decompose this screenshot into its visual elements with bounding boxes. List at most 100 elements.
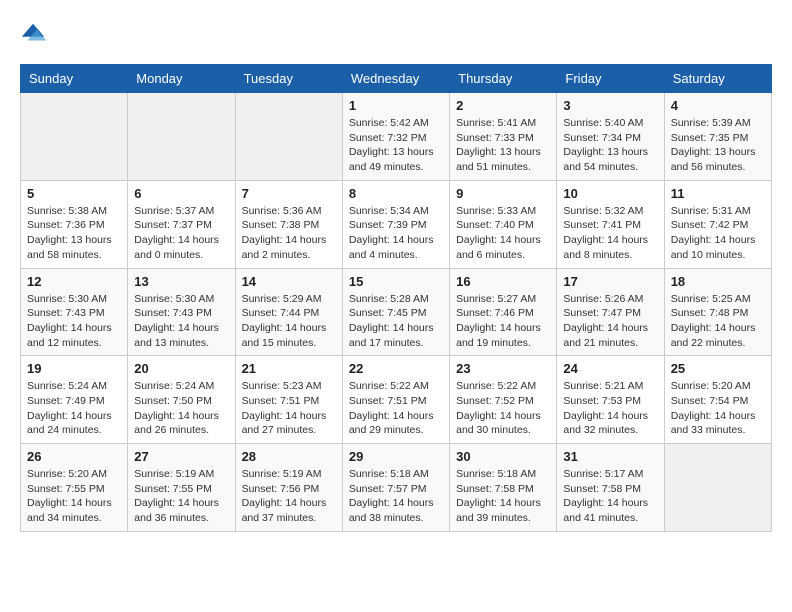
- day-number: 15: [349, 274, 443, 289]
- calendar-week-row: 5 Sunrise: 5:38 AMSunset: 7:36 PMDaylight…: [21, 180, 772, 268]
- calendar-cell: 26 Sunrise: 5:20 AMSunset: 7:55 PMDayligh…: [21, 444, 128, 532]
- calendar-cell: 23 Sunrise: 5:22 AMSunset: 7:52 PMDayligh…: [450, 356, 557, 444]
- day-number: 3: [563, 98, 657, 113]
- day-number: 14: [242, 274, 336, 289]
- calendar-cell: 4 Sunrise: 5:39 AMSunset: 7:35 PMDaylight…: [664, 93, 771, 181]
- calendar-cell: 20Sunrise: 5:24 AMSunset: 7:50 PMDayligh…: [128, 356, 235, 444]
- calendar-cell: 16Sunrise: 5:27 AMSunset: 7:46 PMDayligh…: [450, 268, 557, 356]
- day-number: 17: [563, 274, 657, 289]
- calendar-cell: 25 Sunrise: 5:20 AMSunset: 7:54 PMDayligh…: [664, 356, 771, 444]
- day-info: Sunrise: 5:41 AMSunset: 7:33 PMDaylight:…: [456, 116, 550, 175]
- day-number: 10: [563, 186, 657, 201]
- weekday-header: Sunday: [21, 65, 128, 93]
- day-number: 1: [349, 98, 443, 113]
- calendar-cell: 7 Sunrise: 5:36 AMSunset: 7:38 PMDaylight…: [235, 180, 342, 268]
- day-info: Sunrise: 5:31 AMSunset: 7:42 PMDaylight:…: [671, 204, 765, 263]
- calendar-cell: 6 Sunrise: 5:37 AMSunset: 7:37 PMDaylight…: [128, 180, 235, 268]
- day-info: Sunrise: 5:38 AMSunset: 7:36 PMDaylight:…: [27, 204, 121, 263]
- day-info: Sunrise: 5:37 AMSunset: 7:37 PMDaylight:…: [134, 204, 228, 263]
- calendar-cell: 22Sunrise: 5:22 AMSunset: 7:51 PMDayligh…: [342, 356, 449, 444]
- day-info: Sunrise: 5:23 AMSunset: 7:51 PMDaylight:…: [242, 379, 336, 438]
- day-number: 9: [456, 186, 550, 201]
- day-info: Sunrise: 5:17 AMSunset: 7:58 PMDaylight:…: [563, 467, 657, 526]
- calendar-week-row: 19Sunrise: 5:24 AMSunset: 7:49 PMDayligh…: [21, 356, 772, 444]
- calendar-cell: 19Sunrise: 5:24 AMSunset: 7:49 PMDayligh…: [21, 356, 128, 444]
- calendar-cell: 31Sunrise: 5:17 AMSunset: 7:58 PMDayligh…: [557, 444, 664, 532]
- day-number: 12: [27, 274, 121, 289]
- weekday-header-row: SundayMondayTuesdayWednesdayThursdayFrid…: [21, 65, 772, 93]
- day-number: 2: [456, 98, 550, 113]
- calendar-week-row: 12 Sunrise: 5:30 AMSunset: 7:43 PMDayligh…: [21, 268, 772, 356]
- day-number: 23: [456, 361, 550, 376]
- calendar-cell: [21, 93, 128, 181]
- day-info: Sunrise: 5:25 AMSunset: 7:48 PMDaylight:…: [671, 292, 765, 351]
- day-number: 24: [563, 361, 657, 376]
- calendar-week-row: 26 Sunrise: 5:20 AMSunset: 7:55 PMDayligh…: [21, 444, 772, 532]
- day-info: Sunrise: 5:22 AMSunset: 7:52 PMDaylight:…: [456, 379, 550, 438]
- logo-icon: [20, 20, 48, 48]
- calendar-cell: 12 Sunrise: 5:30 AMSunset: 7:43 PMDayligh…: [21, 268, 128, 356]
- calendar-cell: [664, 444, 771, 532]
- calendar-cell: 2 Sunrise: 5:41 AMSunset: 7:33 PMDaylight…: [450, 93, 557, 181]
- calendar-cell: 18 Sunrise: 5:25 AMSunset: 7:48 PMDayligh…: [664, 268, 771, 356]
- day-info: Sunrise: 5:34 AMSunset: 7:39 PMDaylight:…: [349, 204, 443, 263]
- calendar-cell: 17Sunrise: 5:26 AMSunset: 7:47 PMDayligh…: [557, 268, 664, 356]
- day-info: Sunrise: 5:20 AMSunset: 7:54 PMDaylight:…: [671, 379, 765, 438]
- calendar-cell: 29Sunrise: 5:18 AMSunset: 7:57 PMDayligh…: [342, 444, 449, 532]
- day-number: 11: [671, 186, 765, 201]
- calendar-cell: 9Sunrise: 5:33 AMSunset: 7:40 PMDaylight…: [450, 180, 557, 268]
- calendar-cell: 15 Sunrise: 5:28 AMSunset: 7:45 PMDayligh…: [342, 268, 449, 356]
- page-header: [20, 20, 772, 48]
- day-number: 19: [27, 361, 121, 376]
- day-info: Sunrise: 5:29 AMSunset: 7:44 PMDaylight:…: [242, 292, 336, 351]
- day-info: Sunrise: 5:22 AMSunset: 7:51 PMDaylight:…: [349, 379, 443, 438]
- calendar-cell: 14 Sunrise: 5:29 AMSunset: 7:44 PMDayligh…: [235, 268, 342, 356]
- day-number: 27: [134, 449, 228, 464]
- day-number: 30: [456, 449, 550, 464]
- weekday-header: Tuesday: [235, 65, 342, 93]
- calendar-table: SundayMondayTuesdayWednesdayThursdayFrid…: [20, 64, 772, 532]
- calendar-cell: 28Sunrise: 5:19 AMSunset: 7:56 PMDayligh…: [235, 444, 342, 532]
- day-info: Sunrise: 5:18 AMSunset: 7:57 PMDaylight:…: [349, 467, 443, 526]
- day-number: 16: [456, 274, 550, 289]
- day-info: Sunrise: 5:20 AMSunset: 7:55 PMDaylight:…: [27, 467, 121, 526]
- calendar-cell: 13 Sunrise: 5:30 AMSunset: 7:43 PMDayligh…: [128, 268, 235, 356]
- day-number: 26: [27, 449, 121, 464]
- day-info: Sunrise: 5:28 AMSunset: 7:45 PMDaylight:…: [349, 292, 443, 351]
- day-info: Sunrise: 5:42 AMSunset: 7:32 PMDaylight:…: [349, 116, 443, 175]
- day-number: 7: [242, 186, 336, 201]
- day-number: 18: [671, 274, 765, 289]
- logo: [20, 20, 54, 48]
- weekday-header: Monday: [128, 65, 235, 93]
- weekday-header: Saturday: [664, 65, 771, 93]
- day-info: Sunrise: 5:19 AMSunset: 7:55 PMDaylight:…: [134, 467, 228, 526]
- calendar-cell: 5 Sunrise: 5:38 AMSunset: 7:36 PMDaylight…: [21, 180, 128, 268]
- calendar-cell: 8 Sunrise: 5:34 AMSunset: 7:39 PMDaylight…: [342, 180, 449, 268]
- day-number: 28: [242, 449, 336, 464]
- weekday-header: Friday: [557, 65, 664, 93]
- calendar-cell: [235, 93, 342, 181]
- day-number: 25: [671, 361, 765, 376]
- day-info: Sunrise: 5:30 AMSunset: 7:43 PMDaylight:…: [27, 292, 121, 351]
- day-number: 5: [27, 186, 121, 201]
- calendar-cell: 1 Sunrise: 5:42 AMSunset: 7:32 PMDaylight…: [342, 93, 449, 181]
- day-info: Sunrise: 5:24 AMSunset: 7:50 PMDaylight:…: [134, 379, 228, 438]
- day-info: Sunrise: 5:40 AMSunset: 7:34 PMDaylight:…: [563, 116, 657, 175]
- calendar-cell: 21 Sunrise: 5:23 AMSunset: 7:51 PMDayligh…: [235, 356, 342, 444]
- calendar-cell: 10 Sunrise: 5:32 AMSunset: 7:41 PMDayligh…: [557, 180, 664, 268]
- day-info: Sunrise: 5:32 AMSunset: 7:41 PMDaylight:…: [563, 204, 657, 263]
- day-info: Sunrise: 5:39 AMSunset: 7:35 PMDaylight:…: [671, 116, 765, 175]
- day-number: 13: [134, 274, 228, 289]
- day-info: Sunrise: 5:36 AMSunset: 7:38 PMDaylight:…: [242, 204, 336, 263]
- calendar-cell: 27 Sunrise: 5:19 AMSunset: 7:55 PMDayligh…: [128, 444, 235, 532]
- day-number: 4: [671, 98, 765, 113]
- day-number: 8: [349, 186, 443, 201]
- day-number: 21: [242, 361, 336, 376]
- day-info: Sunrise: 5:30 AMSunset: 7:43 PMDaylight:…: [134, 292, 228, 351]
- weekday-header: Wednesday: [342, 65, 449, 93]
- calendar-cell: 11 Sunrise: 5:31 AMSunset: 7:42 PMDayligh…: [664, 180, 771, 268]
- calendar-cell: [128, 93, 235, 181]
- day-info: Sunrise: 5:18 AMSunset: 7:58 PMDaylight:…: [456, 467, 550, 526]
- day-number: 6: [134, 186, 228, 201]
- calendar-cell: 3 Sunrise: 5:40 AMSunset: 7:34 PMDaylight…: [557, 93, 664, 181]
